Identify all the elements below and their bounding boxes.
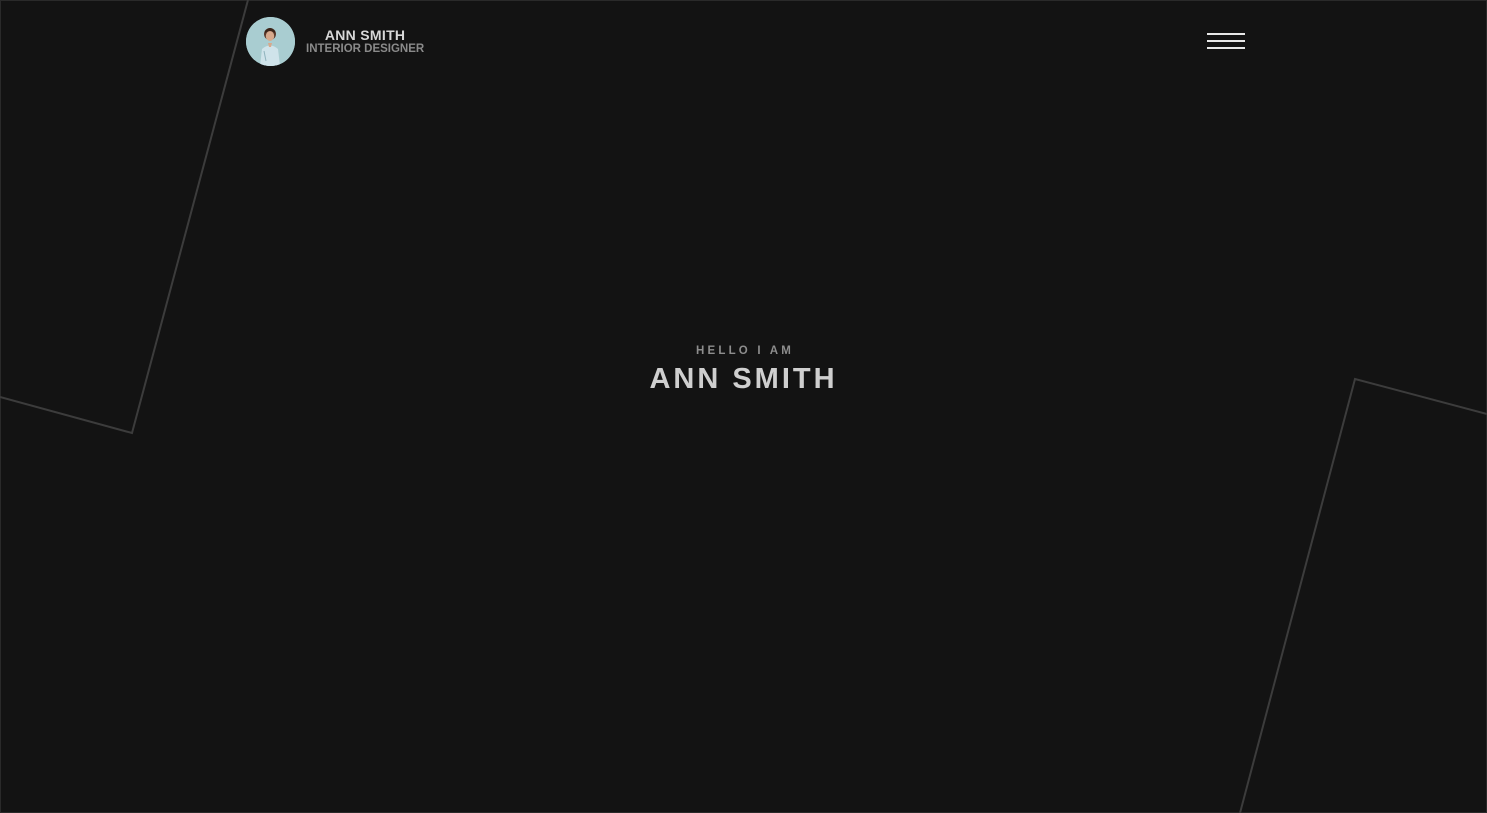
avatar-image xyxy=(246,17,295,66)
brand-text: ANN SMITH INTERIOR DESIGNER xyxy=(306,26,425,56)
hamburger-menu-icon[interactable] xyxy=(1207,33,1246,53)
decorative-lines xyxy=(0,0,1487,813)
brand-link[interactable]: ANN SMITH INTERIOR DESIGNER xyxy=(246,17,424,66)
hero-kicker: HELLO I AM xyxy=(695,345,794,357)
brand-name: ANN SMITH xyxy=(324,26,406,43)
menu-bar-bottom xyxy=(1207,47,1245,49)
menu-bar-middle xyxy=(1207,40,1245,42)
menu-bar-top xyxy=(1207,33,1245,35)
avatar xyxy=(246,17,295,66)
bottom-right-frame-line xyxy=(1239,377,1487,813)
hero-section: HELLO I AM ANN SMITH xyxy=(0,344,1487,396)
brand-role: INTERIOR DESIGNER xyxy=(306,42,425,55)
hero-title: ANN SMITH xyxy=(649,363,838,395)
